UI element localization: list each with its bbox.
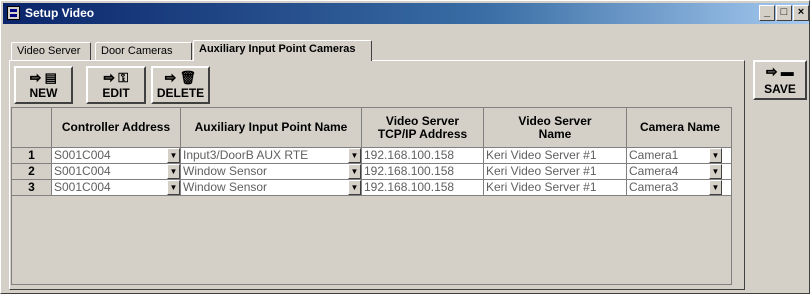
ip-address-cell[interactable]: 192.168.100.158: [362, 148, 484, 164]
column-header-camera-name[interactable]: Camera Name: [627, 108, 731, 148]
controller-address-cell[interactable]: S001C004 ▼: [52, 148, 181, 164]
setup-video-window: Setup Video _ □ × Video Server Door Camera…: [0, 0, 810, 294]
server-name-cell[interactable]: Keri Video Server #1: [484, 148, 627, 164]
ip-address-cell[interactable]: 192.168.100.158: [362, 164, 484, 180]
chevron-down-icon[interactable]: ▼: [709, 164, 722, 179]
chevron-down-icon[interactable]: ▼: [167, 164, 180, 179]
chevron-down-icon[interactable]: ▼: [348, 180, 361, 195]
new-icon: ⇨ ▤: [30, 70, 57, 85]
window-title: Setup Video: [25, 6, 95, 20]
column-header-auxiliary-input-point-name[interactable]: Auxiliary Input Point Name: [181, 108, 362, 148]
row-number: 1: [12, 148, 52, 164]
app-icon: [7, 6, 20, 20]
tab-video-server[interactable]: Video Server: [11, 42, 91, 60]
title-bar[interactable]: Setup Video _ □ ×: [3, 3, 809, 24]
input-point-name-cell[interactable]: Window Sensor ▼: [181, 164, 362, 180]
save-button[interactable]: ⇨ ▬ SAVE: [753, 60, 807, 100]
server-name-cell[interactable]: Keri Video Server #1: [484, 164, 627, 180]
column-header-video-server-ip[interactable]: Video Server TCP/IP Address: [362, 108, 484, 148]
server-name-cell[interactable]: Keri Video Server #1: [484, 180, 627, 196]
chevron-down-icon[interactable]: ▼: [167, 180, 180, 195]
maximize-button[interactable]: □: [776, 5, 792, 21]
save-icon: ⇨ ▬: [766, 64, 794, 79]
tab-door-cameras[interactable]: Door Cameras: [95, 42, 192, 60]
input-point-name-cell[interactable]: Input3/DoorB AUX RTE ▼: [181, 148, 362, 164]
window-controls: _ □ ×: [758, 5, 809, 26]
chevron-down-icon[interactable]: ▼: [709, 180, 722, 195]
delete-button[interactable]: ⇨ 🗑 DELETE: [151, 66, 210, 104]
row-number: 3: [12, 180, 52, 196]
camera-name-cell[interactable]: Camera1 ▼: [627, 148, 731, 164]
chevron-down-icon[interactable]: ▼: [348, 148, 361, 163]
column-header-controller-address[interactable]: Controller Address: [52, 108, 181, 148]
camera-name-cell[interactable]: Camera4 ▼: [627, 164, 731, 180]
chevron-down-icon[interactable]: ▼: [709, 148, 722, 163]
chevron-down-icon[interactable]: ▼: [167, 148, 180, 163]
chevron-down-icon[interactable]: ▼: [348, 164, 361, 179]
camera-name-cell[interactable]: Camera3 ▼: [627, 180, 731, 196]
edit-key-icon: ⇨ ⚿: [103, 70, 129, 85]
row-number: 2: [12, 164, 52, 180]
input-point-name-cell[interactable]: Window Sensor ▼: [181, 180, 362, 196]
row-header-corner: [12, 108, 52, 148]
controller-address-cell[interactable]: S001C004 ▼: [52, 164, 181, 180]
tab-auxiliary-input-point-cameras[interactable]: Auxiliary Input Point Cameras: [193, 40, 372, 61]
trash-icon: ⇨ 🗑: [164, 70, 197, 85]
edit-button[interactable]: ⇨ ⚿ EDIT: [86, 66, 146, 104]
minimize-button[interactable]: _: [759, 5, 775, 21]
column-header-video-server-name[interactable]: Video Server Name: [484, 108, 627, 148]
new-button[interactable]: ⇨ ▤ NEW: [14, 66, 73, 104]
controller-address-cell[interactable]: S001C004 ▼: [52, 180, 181, 196]
cameras-table[interactable]: Controller Address Auxiliary Input Point…: [11, 107, 732, 285]
ip-address-cell[interactable]: 192.168.100.158: [362, 180, 484, 196]
close-button[interactable]: ×: [793, 5, 809, 21]
